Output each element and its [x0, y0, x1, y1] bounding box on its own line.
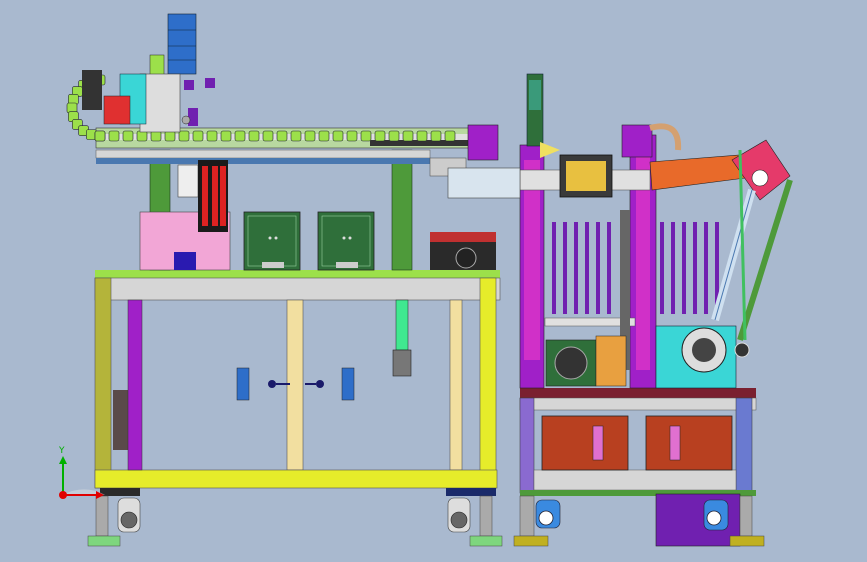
chain-link: [262, 130, 274, 142]
chain-link: [360, 130, 372, 142]
chain-link: [304, 130, 316, 142]
feeder-rod: [704, 222, 708, 314]
top-cylinder: [621, 124, 653, 158]
chain-link: [108, 130, 120, 142]
chain-link: [220, 130, 232, 142]
chain-link: [346, 130, 358, 142]
drive-motor: [545, 335, 627, 387]
chain-link: [276, 130, 288, 142]
chain-link: [416, 130, 428, 142]
feeder-rod: [671, 222, 675, 314]
chain-link: [192, 130, 204, 142]
chain-link: [290, 130, 302, 142]
chain-link: [122, 130, 134, 142]
feeder-rod: [693, 222, 697, 314]
chain-link: [374, 130, 386, 142]
chain-link: [164, 130, 176, 142]
feeder-rod: [563, 222, 567, 314]
chain-link: [402, 130, 414, 142]
cylinder-block: [467, 124, 499, 161]
y-axis-label: Y: [58, 446, 65, 456]
rotary-table: [655, 325, 737, 389]
cad-drawing: Y: [0, 0, 867, 562]
cabinet-door-right: [645, 415, 733, 471]
chain-link: [94, 130, 106, 142]
feeder-rod: [552, 222, 556, 314]
feeder-rod: [585, 222, 589, 314]
chain-link: [206, 130, 218, 142]
cabinet-door-left: [541, 415, 629, 471]
control-cabinet-right: [317, 211, 375, 271]
chain-link: [234, 130, 246, 142]
chain-link: [318, 130, 330, 142]
feeder-rod: [607, 222, 611, 314]
feeder-rod: [682, 222, 686, 314]
chain-link: [388, 130, 400, 142]
feeder-rod: [574, 222, 578, 314]
chain-link: [150, 130, 162, 142]
cad-assembly-view: Y: [0, 0, 867, 562]
chain-link: [178, 130, 190, 142]
chain-link: [430, 130, 442, 142]
chain-link: [136, 130, 148, 142]
control-cabinet-left: [243, 211, 301, 271]
chain-link: [248, 130, 260, 142]
chain-link: [332, 130, 344, 142]
feeder-rod: [596, 222, 600, 314]
feeder-rod: [660, 222, 664, 314]
chain-link: [444, 130, 456, 142]
